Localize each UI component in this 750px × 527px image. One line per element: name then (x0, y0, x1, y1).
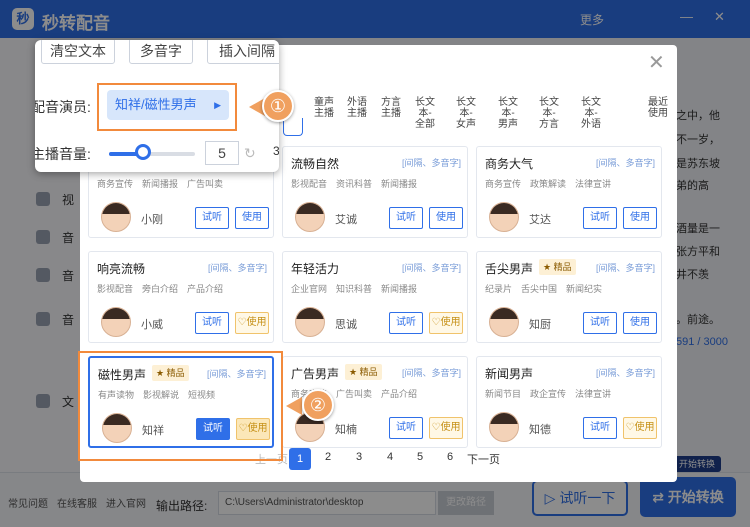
card-features: [间隔、多音字] (401, 158, 461, 168)
page-2-button[interactable]: 2 (325, 451, 331, 463)
voice-card[interactable]: 商务大气 [间隔、多音字] 商务宣传 政策解读 法律宣讲 艾达 试听 使用 (476, 146, 662, 238)
voice-name: 知楠 (335, 424, 357, 436)
voice-card[interactable]: 舌尖男声 ★ 精品 [间隔、多音字] 纪录片 舌尖中国 新闻纪实 知厨 试听 使用 (476, 251, 662, 343)
reset-icon[interactable]: ↻ (244, 145, 256, 162)
voice-name: 知德 (529, 424, 551, 436)
card-features: [间隔、多音字] (401, 263, 461, 273)
page-3-button[interactable]: 3 (356, 451, 362, 463)
premium-badge: ★ 精品 (345, 364, 382, 380)
insert-pause-button[interactable]: 插入间隔 (207, 40, 279, 64)
active-tab-indicator (283, 118, 303, 136)
card-features: [间隔、多音字] (595, 158, 655, 168)
polyphone-button[interactable]: 多音字 (129, 40, 193, 64)
avatar (489, 202, 519, 232)
card-features: [间隔、多音字] (207, 263, 267, 273)
avatar (101, 202, 131, 232)
callout-2: ② (302, 389, 334, 421)
page-5-button[interactable]: 5 (417, 451, 423, 463)
page-1-button[interactable]: 1 (289, 448, 311, 470)
try-button[interactable]: 试听 (389, 417, 423, 439)
volume-slider-handle[interactable] (135, 144, 152, 160)
premium-badge: ★ 精品 (539, 259, 576, 275)
volume-label: 主播音量: (35, 146, 91, 162)
try-button[interactable]: 试听 (583, 207, 617, 229)
card-title: 商务大气 (485, 157, 534, 171)
tab-category[interactable]: 长文本-男声 (497, 97, 519, 130)
try-button[interactable]: 试听 (195, 312, 229, 334)
volume-input[interactable]: 5 (205, 141, 239, 165)
tab-category[interactable]: 童声主播 (313, 97, 335, 119)
use-button[interactable]: ♡使用 (235, 312, 269, 334)
card-tags: 新闻节目 政企宣传 法律宣讲 (485, 389, 612, 399)
card-features: [间隔、多音字] (595, 263, 655, 273)
use-button[interactable]: ♡使用 (429, 417, 463, 439)
card-tags: 纪录片 舌尖中国 新闻纪实 (485, 284, 603, 294)
modal-close-icon[interactable]: ✕ (648, 50, 665, 75)
voice-actor-label: 配音演员: (35, 99, 91, 115)
voice-name: 艾达 (529, 214, 551, 226)
avatar (295, 307, 325, 337)
card-title: 新闻男声 (485, 367, 534, 381)
card-tags: 商务宣传 新闻播报 广告叫卖 (97, 179, 224, 189)
card-tags: 影视配音 资讯科普 新闻播报 (291, 179, 418, 189)
page-6-button[interactable]: 6 (447, 451, 453, 463)
use-button[interactable]: 使用 (235, 207, 269, 229)
use-button[interactable]: ♡使用 (429, 312, 463, 334)
card-tags: 影视配音 旁白介绍 产品介绍 (97, 284, 224, 294)
avatar (295, 202, 325, 232)
tab-category[interactable]: 方言主播 (380, 97, 402, 119)
voice-card[interactable]: 流畅自然 [间隔、多音字] 影视配音 资讯科普 新闻播报 艾诚 试听 使用 (282, 146, 468, 238)
card-title: 流畅自然 (291, 157, 340, 171)
avatar (489, 307, 519, 337)
card-title: 广告男声 (291, 367, 340, 381)
voice-name: 艾诚 (335, 214, 357, 226)
card-title: 舌尖男声 (485, 262, 534, 276)
avatar (489, 412, 519, 442)
voice-name: 思诚 (335, 319, 357, 331)
avatar (101, 307, 131, 337)
tab-category[interactable]: 最近使用 (647, 97, 669, 119)
highlight-voice-actor (97, 83, 237, 131)
card-title: 响亮流畅 (97, 262, 146, 276)
page-4-button[interactable]: 4 (387, 451, 393, 463)
try-button[interactable]: 试听 (389, 312, 423, 334)
use-button[interactable]: 使用 (623, 207, 657, 229)
callout-1: ① (262, 90, 294, 122)
next-page-button[interactable]: 下一页 (467, 451, 500, 467)
card-title: 年轻活力 (291, 262, 340, 276)
volume-slider[interactable] (109, 152, 195, 156)
voice-card[interactable]: 年轻活力 [间隔、多音字] 企业官网 知识科普 新闻播报 思诚 试听 ♡使用 (282, 251, 468, 343)
voice-card[interactable]: 新闻男声 [间隔、多音字] 新闻节目 政企宣传 法律宣讲 知德 试听 ♡使用 (476, 356, 662, 448)
try-button[interactable]: 试听 (195, 207, 229, 229)
volume-extra: 3 (273, 144, 279, 158)
voice-name: 小威 (141, 319, 163, 331)
tab-category[interactable]: 长文本-全部 (414, 97, 436, 130)
card-features: [间隔、多音字] (595, 368, 655, 378)
clear-text-button[interactable]: 清空文本 (41, 40, 115, 64)
card-features: [间隔、多音字] (401, 368, 461, 378)
try-button[interactable]: 试听 (583, 417, 617, 439)
voice-name: 小刚 (141, 214, 163, 226)
highlight-selected-card (78, 351, 283, 461)
tab-category[interactable]: 外语主播 (346, 97, 368, 119)
use-button[interactable]: 使用 (623, 312, 657, 334)
voice-card[interactable]: 响亮流畅 [间隔、多音字] 影视配音 旁白介绍 产品介绍 小威 试听 ♡使用 (88, 251, 274, 343)
use-button[interactable]: ♡使用 (623, 417, 657, 439)
tab-category[interactable]: 长文本-外语 (580, 97, 602, 130)
use-button[interactable]: 使用 (429, 207, 463, 229)
card-tags: 企业官网 知识科普 新闻播报 (291, 284, 418, 294)
voice-name: 知厨 (529, 319, 551, 331)
card-tags: 商务宣传 政策解读 法律宣讲 (485, 179, 612, 189)
try-button[interactable]: 试听 (389, 207, 423, 229)
callout-pointer (286, 397, 302, 415)
tab-category[interactable]: 长文本-方言 (538, 97, 560, 130)
tab-category[interactable]: 长文本-女声 (455, 97, 477, 130)
try-button[interactable]: 试听 (583, 312, 617, 334)
